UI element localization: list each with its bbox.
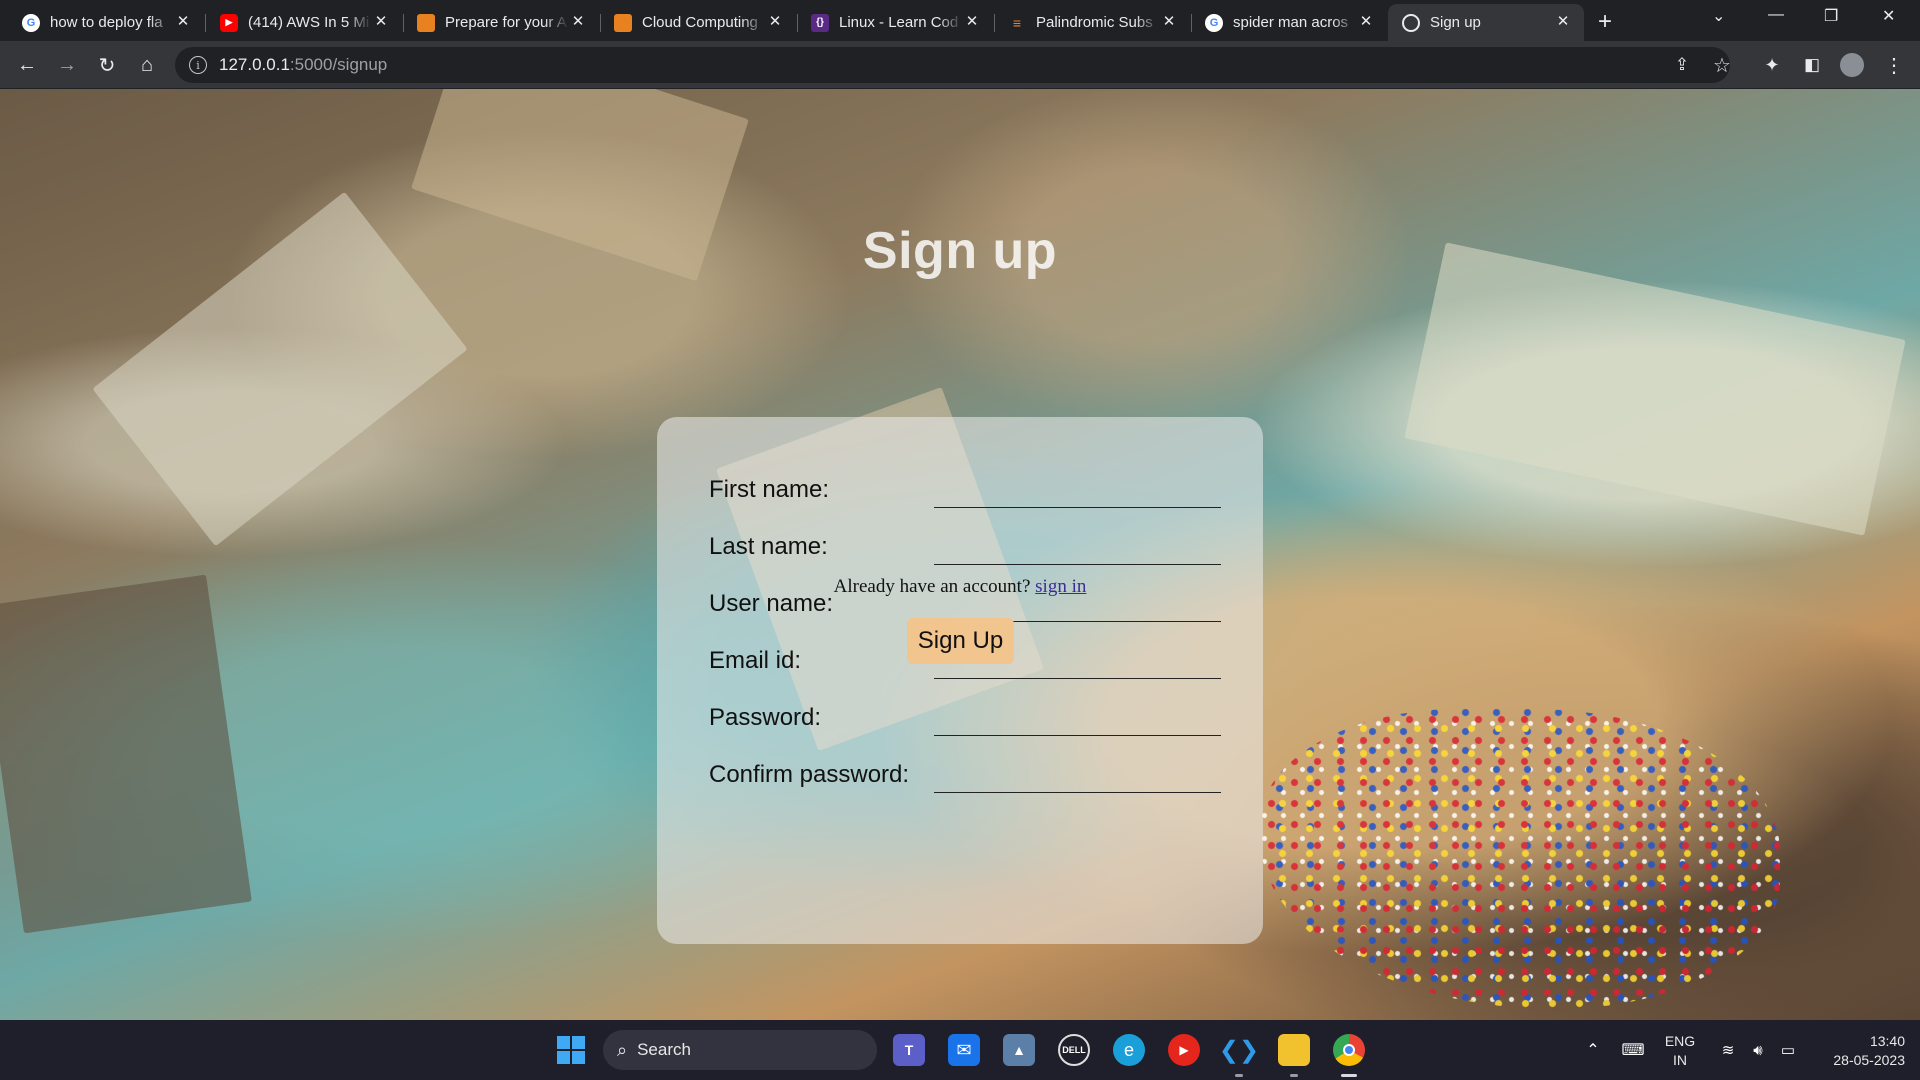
side-panel-icon[interactable]: ◧ — [1798, 51, 1826, 79]
vscode-icon[interactable]: ❮❯ — [1219, 1034, 1259, 1066]
wifi-icon[interactable]: ≋ — [1712, 1034, 1744, 1066]
media-player-icon[interactable]: ▶ — [1168, 1034, 1200, 1066]
tab-strip: G how to deploy fla ✕ ▶ (414) AWS In 5 M… — [0, 0, 1920, 41]
curly-brace-icon: {} — [811, 13, 829, 32]
first-name-row: First name: — [709, 470, 1221, 510]
reload-icon[interactable]: ↻ — [93, 51, 121, 79]
signup-form: First name: Last name: User name: Email … — [657, 417, 1263, 944]
bookmark-star-icon[interactable]: ☆ — [1708, 51, 1736, 79]
confirm-password-label: Confirm password: — [709, 761, 910, 788]
dell-icon[interactable]: DELL — [1058, 1034, 1090, 1066]
url-text: 127.0.0.1:5000/signup — [219, 55, 388, 74]
forward-icon[interactable]: → — [53, 51, 81, 79]
stack-icon: ≡ — [1012, 14, 1022, 31]
teams-icon[interactable]: T — [893, 1034, 925, 1066]
photos-icon[interactable]: ▲ — [1003, 1034, 1035, 1066]
language-indicator[interactable]: ENG IN — [1660, 1032, 1700, 1070]
password-label: Password: — [709, 704, 822, 731]
close-icon[interactable]: ✕ — [1160, 12, 1178, 30]
edge-icon[interactable]: e — [1113, 1034, 1145, 1066]
browser-toolbar: ← → ↻ ⌂ i 127.0.0.1:5000/signup ⇪ ☆ ✦ ◧ … — [0, 41, 1920, 89]
last-name-row: Last name: — [709, 527, 1221, 567]
password-input[interactable] — [934, 702, 1221, 736]
menu-icon[interactable]: ⋮ — [1880, 51, 1908, 79]
password-row: Password: — [709, 698, 1221, 738]
confirm-password-input[interactable] — [934, 759, 1221, 793]
tab-palindromic[interactable]: ≡ Palindromic Subs ✕ — [994, 4, 1190, 41]
share-icon[interactable]: ⇪ — [1668, 51, 1696, 79]
signup-button[interactable]: Sign Up — [907, 618, 1014, 664]
chrome-icon[interactable] — [1333, 1034, 1365, 1066]
tab-sign-up[interactable]: Sign up ✕ — [1388, 4, 1584, 41]
page-background: Sign up First name: Last name: User name… — [0, 89, 1920, 1020]
tab-label: spider man acros — [1233, 14, 1349, 31]
taskbar-search[interactable]: ⌕ Search — [603, 1030, 877, 1070]
tab-label: Palindromic Subs — [1036, 14, 1153, 31]
aws-hex-icon — [614, 13, 632, 32]
first-name-input[interactable] — [934, 474, 1221, 508]
tab-label: Cloud Computing — [642, 14, 758, 31]
last-name-label: Last name: — [709, 533, 828, 560]
restore-icon[interactable]: ❐ — [1824, 6, 1838, 26]
mail-icon[interactable]: ✉ — [948, 1034, 980, 1066]
google-icon: G — [1205, 13, 1223, 32]
close-icon[interactable]: ✕ — [1357, 12, 1375, 30]
first-name-label: First name: — [709, 476, 830, 503]
extensions-icon[interactable]: ✦ — [1758, 51, 1786, 79]
email-label: Email id: — [709, 647, 802, 674]
signin-prompt: Already have an account? — [833, 576, 1031, 597]
new-tab-button[interactable]: + — [1598, 8, 1612, 36]
map-pins — [1260, 709, 1780, 1009]
window-close-icon[interactable]: ✕ — [1882, 6, 1895, 26]
close-icon[interactable]: ✕ — [174, 12, 192, 30]
close-icon[interactable]: ✕ — [766, 12, 784, 30]
chevron-up-icon[interactable]: ⌃ — [1577, 1034, 1609, 1066]
tab-aws-youtube[interactable]: ▶ (414) AWS In 5 Mi ✕ — [206, 4, 402, 41]
search-icon: ⌕ — [617, 1039, 628, 1060]
minimize-icon[interactable]: — — [1768, 6, 1784, 24]
tab-label: Linux - Learn Cod — [839, 14, 959, 31]
site-info-icon[interactable]: i — [189, 56, 207, 74]
touch-keyboard-icon[interactable]: ⌨ — [1617, 1034, 1649, 1066]
google-icon: G — [22, 13, 40, 32]
confirm-password-row: Confirm password: — [709, 755, 1221, 795]
tab-label: Prepare for your A — [445, 14, 567, 31]
tab-cloud-computing[interactable]: Cloud Computing ✕ — [600, 4, 796, 41]
close-icon[interactable]: ✕ — [569, 12, 587, 30]
back-icon[interactable]: ← — [13, 51, 41, 79]
tab-label: Sign up — [1430, 14, 1481, 31]
tab-spider-man[interactable]: G spider man acros ✕ — [1191, 4, 1387, 41]
battery-icon[interactable]: ▭ — [1772, 1034, 1804, 1066]
tab-prepare[interactable]: Prepare for your A ✕ — [403, 4, 599, 41]
last-name-input[interactable] — [934, 531, 1221, 565]
address-bar[interactable]: i 127.0.0.1:5000/signup — [175, 47, 1730, 83]
youtube-icon: ▶ — [220, 13, 238, 32]
file-explorer-icon[interactable] — [1278, 1034, 1310, 1066]
home-icon[interactable]: ⌂ — [133, 51, 161, 79]
close-icon[interactable]: ✕ — [1554, 12, 1572, 30]
aws-hex-icon — [417, 13, 435, 32]
close-icon[interactable]: ✕ — [372, 12, 390, 30]
page-title: Sign up — [862, 222, 1058, 280]
signin-link[interactable]: sign in — [1035, 576, 1086, 597]
tab-label: (414) AWS In 5 Mi — [248, 14, 370, 31]
globe-icon — [1402, 13, 1420, 32]
close-icon[interactable]: ✕ — [963, 12, 981, 30]
signin-prompt-row: Already have an account? sign in — [0, 576, 1920, 598]
tab-label: how to deploy fla — [50, 14, 163, 31]
taskbar: ⌕ Search T ✉ ▲ DELL e ▶ ❮❯ ⌃ ⌨ ENG IN ≋ … — [0, 1020, 1920, 1080]
tab-search-chevron-icon[interactable]: ⌄ — [1712, 6, 1725, 26]
tab-how-to-deploy[interactable]: G how to deploy fla ✕ — [8, 4, 204, 41]
avatar[interactable] — [1838, 51, 1866, 79]
search-label: Search — [637, 1040, 691, 1059]
volume-icon[interactable]: 🔊︎ — [1742, 1034, 1774, 1066]
windows-start-icon[interactable] — [555, 1034, 587, 1066]
clock[interactable]: 13:40 28-05-2023 — [1810, 1032, 1905, 1070]
tab-linux[interactable]: {} Linux - Learn Cod ✕ — [797, 4, 993, 41]
